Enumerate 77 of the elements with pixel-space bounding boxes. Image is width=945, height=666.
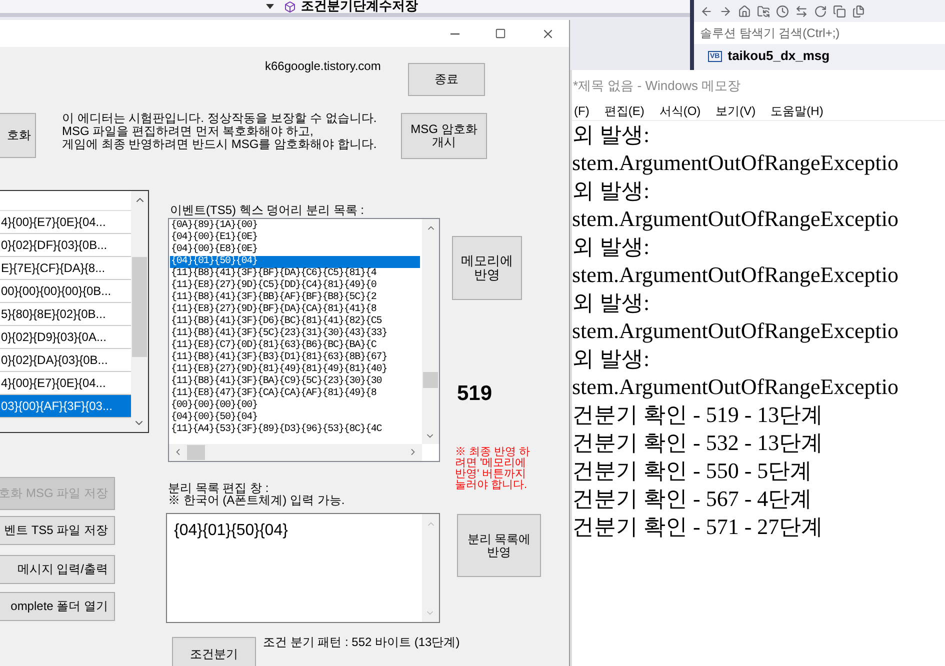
text-line: 건분기 확인 - 571 - 27단계	[572, 513, 824, 541]
apply-list-button[interactable]: 분리 목록에 반영	[457, 514, 541, 577]
vertical-scrollbar[interactable]	[422, 219, 439, 444]
hex-item[interactable]: {11}{B8}{41}{3F}{BB}{AF}{BF}{B8}{5C}{2	[170, 292, 420, 304]
text-line: stem.ArgumentOutOfRangeExceptio	[572, 317, 900, 345]
hex-item[interactable]: {04}{00}{50}{04}	[170, 412, 420, 424]
hex-item[interactable]: {11}{B8}{41}{3F}{D6}{BC}{81}{41}{82}{C5	[170, 316, 420, 328]
hex-item[interactable]: {11}{E8}{27}{9D}{C5}{DD}{C4}{81}{49}{0	[170, 280, 420, 292]
text-line: 외 발생:	[572, 289, 651, 317]
hex-item[interactable]: {00}{00}{00}{00}	[170, 400, 420, 412]
hex-item[interactable]: {11}{B8}{41}{3F}{5C}{23}{31}{30}{43}{33}	[170, 328, 420, 340]
apply-memory-button[interactable]: 메모리에 반영	[452, 236, 522, 300]
horizontal-scrollbar[interactable]	[169, 444, 422, 461]
text-line: 외 발생:	[572, 177, 651, 205]
selected-index: 519	[457, 381, 492, 407]
hex-item[interactable]: {04}{01}{50}{04}	[170, 256, 420, 268]
set-step-button[interactable]: 조건분기	[172, 637, 256, 666]
toolbar-icon[interactable]	[795, 4, 808, 18]
site-url: k66google.tistory.com	[265, 58, 381, 75]
toolbar-icon[interactable]	[833, 4, 846, 18]
hex-item[interactable]: {11}{B8}{41}{3F}{B3}{D1}{81}{63}{8B}{67}	[170, 352, 420, 364]
method-name: 조건분기단계수저장	[301, 0, 418, 14]
file-button[interactable]: omplete 폴더 열기	[0, 592, 115, 621]
hex-item[interactable]: {04}{00}{E1}{0E}	[170, 232, 420, 244]
menu-item[interactable]: 서식(O)	[659, 102, 701, 120]
edit-label: 분리 목록 편집 창 : ※ 한국어 (A폰트체계) 입력 가능.	[168, 482, 345, 506]
window-title: *제목 없음 - Windows 메모장	[573, 76, 741, 95]
search-field[interactable]: 솔루션 탐색기 검색(Ctrl+;)	[694, 22, 945, 44]
toolbar-icon[interactable]	[738, 4, 751, 18]
file-button[interactable]: 벤트 TS5 파일 저장	[0, 516, 115, 545]
text-line: 외 발생:	[572, 233, 651, 261]
text-line: stem.ArgumentOutOfRangeExceptio	[572, 261, 900, 289]
toolbar-icon[interactable]	[757, 4, 770, 18]
menu-item[interactable]: 편집(E)	[604, 102, 644, 120]
text-line: 건분기 확인 - 532 - 13단계	[572, 429, 824, 457]
edit-field[interactable]: {04}{01}{50}{04}	[166, 513, 440, 623]
toolbar-icon[interactable]	[776, 4, 789, 18]
text-line: 외 발생:	[572, 121, 651, 149]
hex-list-label: 이벤트(TS5) 헥스 덩어리 분리 목록 :	[170, 202, 364, 219]
hex-item[interactable]: {11}{E8}{C7}{0D}{81}{63}{B6}{BC}{BA}{C	[170, 340, 420, 352]
menu-item[interactable]: 도움말(H)	[770, 102, 824, 120]
toolbar-icon[interactable]	[852, 4, 865, 18]
encrypt-button[interactable]: MSG 암호화 개시	[401, 113, 487, 159]
hex-item[interactable]: {11}{E8}{47}{3F}{CA}{CA}{AF}{81}{49}{8	[170, 388, 420, 400]
pattern-info: 조건 분기 패턴 : 552 바이트 (13단계)	[263, 634, 460, 651]
notice-text: 이 에디터는 시험판입니다. 정상작동을 보장할 수 없습니다. MSG 파일을 편집하려면 먼저 복호화해야 하고, 게임에 최종 반영하려면 반드시 MSG를 암호화해야 합니다.	[62, 112, 377, 151]
exit-button[interactable]: 종료	[408, 63, 485, 96]
hex-item[interactable]: {11}{E8}{27}{9D}{81}{49}{81}{49}{81}{40}	[170, 364, 420, 376]
text-line: stem.ArgumentOutOfRangeExceptio	[572, 373, 900, 401]
dropdown-caret-icon[interactable]	[266, 4, 274, 9]
warning-text: ※ 최종 반영 하 려면 '메모리에 반영' 버튼까지 눌러야 합니다.	[455, 447, 530, 491]
hex-item[interactable]: {11}{B8}{41}{3F}{BF}{DA}{C6}{C5}{81}{4	[170, 268, 420, 280]
hex-item[interactable]: {0A}{89}{1A}{00}	[170, 220, 420, 232]
file-button[interactable]: 메시지 입력/출력	[0, 555, 115, 584]
text-line: stem.ArgumentOutOfRangeExceptio	[572, 205, 900, 233]
text-line: 건분기 확인 - 519 - 13단계	[572, 401, 824, 429]
message-row[interactable]: 03}{00}{AF}{3F}{03...	[0, 395, 131, 418]
text-line: 건분기 확인 - 550 - 5단계	[572, 457, 814, 485]
text-line: stem.ArgumentOutOfRangeExceptio	[572, 149, 900, 177]
decrypt-button[interactable]: 호화	[0, 113, 36, 158]
scroll-thumb[interactable]	[187, 445, 205, 460]
text-line: 외 발생:	[572, 345, 651, 373]
menu-item[interactable]: (F)	[574, 102, 590, 120]
scroll-thumb[interactable]	[132, 257, 147, 357]
cube-icon	[284, 1, 296, 13]
hex-item[interactable]: {11}{B8}{41}{3F}{BA}{C9}{5C}{23}{30}{30	[170, 376, 420, 388]
toolbar-icon[interactable]	[719, 4, 732, 18]
maximize-icon[interactable]	[495, 28, 506, 39]
hex-item[interactable]: {11}{A4}{53}{3F}{89}{D3}{96}{53}{8C}{4C	[170, 424, 420, 436]
toolbar-icon[interactable]	[700, 4, 713, 18]
hex-item[interactable]: {11}{E8}{27}{9D}{BF}{DA}{CA}{81}{41}{8	[170, 304, 420, 316]
menu-item[interactable]: 보기(V)	[716, 102, 756, 120]
scroll-thumb[interactable]	[423, 372, 438, 388]
toolbar-icon[interactable]	[814, 4, 827, 18]
project-name[interactable]: taikou5_dx_msg	[728, 46, 830, 66]
hex-item[interactable]: {04}{00}{E8}{0E}	[170, 244, 420, 256]
text-line: 건분기 확인 - 567 - 4단계	[572, 485, 814, 513]
